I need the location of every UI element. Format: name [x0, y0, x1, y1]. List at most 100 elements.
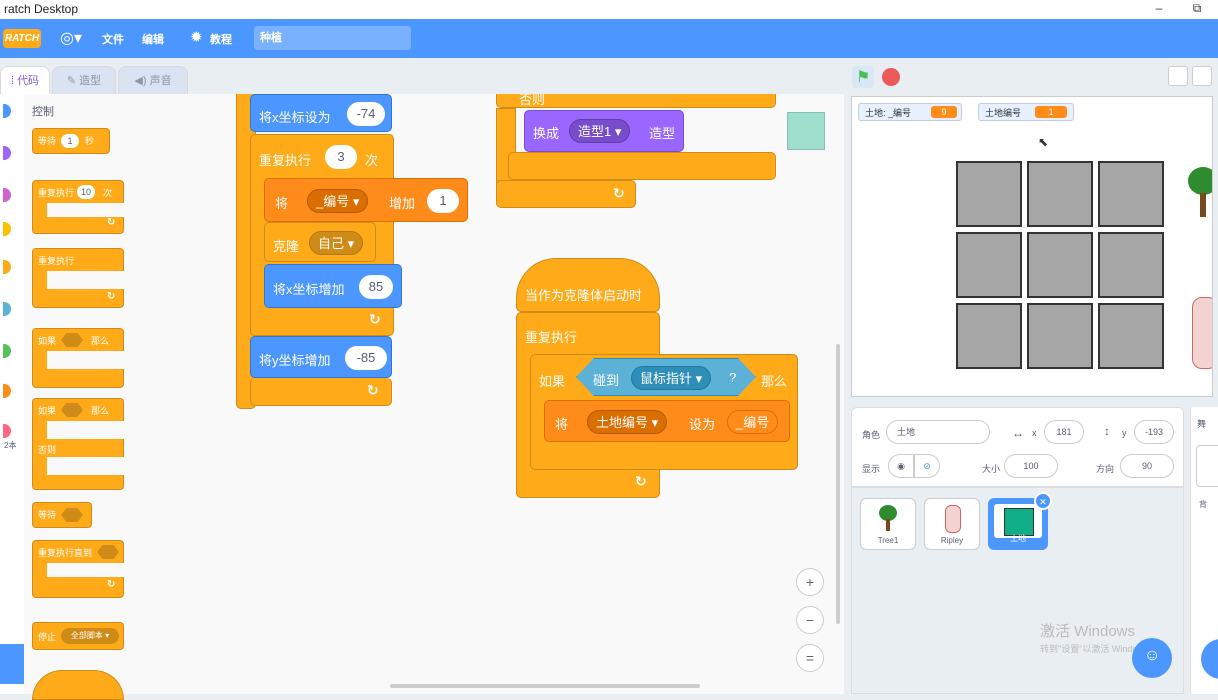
globe-icon[interactable]: ◎▾	[60, 28, 82, 48]
set-variable-dropdown[interactable]: 土地编号 ▾	[587, 410, 668, 434]
when-clone-starts-hat[interactable]: 当作为克隆体启动时	[516, 258, 660, 312]
repeat-count-value[interactable]: 3	[325, 145, 357, 169]
category-myblocks[interactable]	[3, 424, 11, 438]
change-x-value[interactable]: 85	[359, 275, 393, 299]
land-tile[interactable]	[1098, 303, 1164, 369]
palette-stop-block[interactable]: 停止 全部脚本 ▾	[32, 622, 124, 650]
show-hidden-button[interactable]: ⊘	[914, 454, 940, 478]
variable-dropdown[interactable]: _编号 ▾	[307, 189, 369, 213]
category-looks[interactable]	[3, 146, 11, 160]
backdrop-thumbnail[interactable]	[1196, 445, 1218, 487]
costume-dropdown[interactable]: 造型1 ▾	[569, 119, 631, 143]
land-tile[interactable]	[956, 303, 1022, 369]
script-workspace[interactable]: 将x坐标设为 -74 重复执行 3 次 ↻ 将 _编号 ▾ 增加 1 克隆 自己…	[236, 94, 844, 694]
stop-option-dropdown: 全部脚本 ▾	[61, 628, 119, 644]
menu-tutorials[interactable]: 教程	[210, 31, 232, 47]
if-else-top[interactable]: 否则	[496, 94, 776, 108]
tab-sounds[interactable]: ◀) 声音	[118, 66, 188, 94]
green-flag-button[interactable]: ⚑	[852, 66, 874, 88]
stop-button[interactable]	[882, 68, 900, 86]
land-tile[interactable]	[956, 232, 1022, 298]
clone-target-dropdown[interactable]: 自己 ▾	[309, 231, 364, 255]
touching-block[interactable]: 碰到 鼠标指针 ▾ ?	[576, 358, 756, 396]
palette-if-then-block[interactable]: 如果 那么	[32, 328, 125, 388]
palette-repeat-until-block[interactable]: 重复执行直到 ↻	[32, 540, 125, 598]
show-visible-button[interactable]: ◉	[888, 454, 914, 478]
loop-arrow-icon: ↻	[107, 291, 116, 302]
change-y-value[interactable]: -85	[345, 346, 387, 370]
direction-input[interactable]: 90	[1120, 454, 1174, 478]
land-tile[interactable]	[1098, 232, 1164, 298]
sprite-list: Tree1 Ripley 土地 ✕ 激活 Windows 转到"设置"以激活 W…	[851, 487, 1184, 694]
set-x-block[interactable]: 将x坐标设为 -74	[250, 94, 392, 132]
palette-if-else-block[interactable]: 如果 那么 否则	[32, 398, 125, 490]
green-flag-icon: ⚑	[856, 69, 871, 86]
small-stage-button[interactable]	[1168, 66, 1188, 86]
ripley-sprite[interactable]	[1192, 297, 1212, 369]
set-x-value[interactable]: -74	[347, 102, 385, 126]
scratch-logo[interactable]: RATCH	[3, 29, 41, 48]
sprite-name-input[interactable]: 土地	[886, 420, 990, 444]
sprite-tile-ripley[interactable]: Ripley	[924, 498, 980, 550]
land-tile[interactable]	[956, 161, 1022, 227]
large-stage-button[interactable]	[1192, 66, 1212, 86]
category-motion[interactable]	[3, 104, 11, 118]
title-bar: ratch Desktop – ⧉	[0, 0, 1218, 19]
category-control[interactable]	[3, 260, 11, 274]
category-sound[interactable]	[3, 188, 11, 202]
zoom-reset-button[interactable]: =	[796, 644, 824, 672]
loop-arrow-icon: ↻	[369, 311, 381, 327]
palette-repeat-block[interactable]: 重复执行 10 次 ↻	[32, 180, 125, 234]
zoom-out-button[interactable]: −	[796, 606, 824, 634]
choose-sprite-button[interactable]: ☺	[1132, 638, 1172, 678]
show-label: 显示	[862, 464, 881, 474]
palette-hat-block[interactable]	[32, 670, 124, 700]
change-x-block[interactable]: 将x坐标增加 85	[264, 264, 402, 308]
variable-monitor-id: 土地: _编号 9	[858, 103, 962, 121]
category-operators[interactable]	[3, 344, 11, 358]
project-name-input[interactable]: 种植	[254, 26, 411, 50]
vertical-scrollbar[interactable]	[836, 344, 840, 624]
sprite-tile-tree1[interactable]: Tree1	[860, 498, 916, 550]
category-variables[interactable]	[3, 384, 11, 398]
set-value-reporter[interactable]: _编号	[727, 410, 779, 434]
category-menu: 2本	[0, 94, 25, 694]
script1-outer-bottom: ↻	[250, 378, 392, 406]
touching-target-dropdown[interactable]: 鼠标指针 ▾	[631, 366, 712, 390]
land-tile[interactable]	[1027, 232, 1093, 298]
zoom-out-icon: −	[805, 612, 815, 628]
delete-sprite-button[interactable]: ✕	[1034, 492, 1052, 510]
category-sensing[interactable]	[3, 302, 11, 316]
change-value[interactable]: 1	[427, 189, 459, 213]
stage-target-panel[interactable]: 舞 背	[1190, 407, 1218, 694]
change-variable-block[interactable]: 将 _编号 ▾ 增加 1	[264, 178, 468, 222]
extension-button[interactable]	[0, 644, 24, 684]
palette-forever-block[interactable]: 重复执行 ↻	[32, 248, 125, 308]
tree-sprite[interactable]	[1188, 167, 1212, 195]
create-clone-block[interactable]: 克隆 自己 ▾	[264, 222, 376, 262]
set-variable-block[interactable]: 将 土地编号 ▾ 设为 _编号	[544, 400, 790, 442]
land-tile[interactable]	[1027, 303, 1093, 369]
palette-wait-block[interactable]: 等待 1 秒	[32, 128, 110, 154]
land-tile[interactable]	[1027, 161, 1093, 227]
y-input[interactable]: -193	[1134, 420, 1174, 444]
change-y-block[interactable]: 将y坐标增加 -85	[250, 336, 392, 378]
y-label: y	[1122, 428, 1127, 438]
x-input[interactable]: 181	[1044, 420, 1084, 444]
minimize-button[interactable]: –	[1144, 0, 1174, 19]
choose-backdrop-button[interactable]	[1201, 639, 1218, 679]
sprite-name: Tree1	[877, 536, 899, 545]
land-tile[interactable]	[1098, 161, 1164, 227]
tab-code[interactable]: ⁞ 代码	[0, 66, 50, 94]
menu-edit[interactable]: 编辑	[142, 31, 164, 47]
restore-button[interactable]: ⧉	[1182, 0, 1212, 19]
category-events[interactable]	[3, 222, 11, 236]
zoom-in-button[interactable]: +	[796, 568, 824, 596]
stage[interactable]: 土地: _编号 9 土地编号 1 ⬉	[851, 96, 1213, 397]
horizontal-scrollbar[interactable]	[390, 684, 700, 688]
size-input[interactable]: 100	[1004, 454, 1058, 478]
switch-costume-block[interactable]: 换成 造型1 ▾ 造型	[524, 110, 684, 152]
tab-costumes[interactable]: ✎ 造型	[52, 66, 116, 94]
menu-file[interactable]: 文件	[102, 31, 124, 47]
palette-wait-until-block[interactable]: 等待	[32, 502, 92, 528]
